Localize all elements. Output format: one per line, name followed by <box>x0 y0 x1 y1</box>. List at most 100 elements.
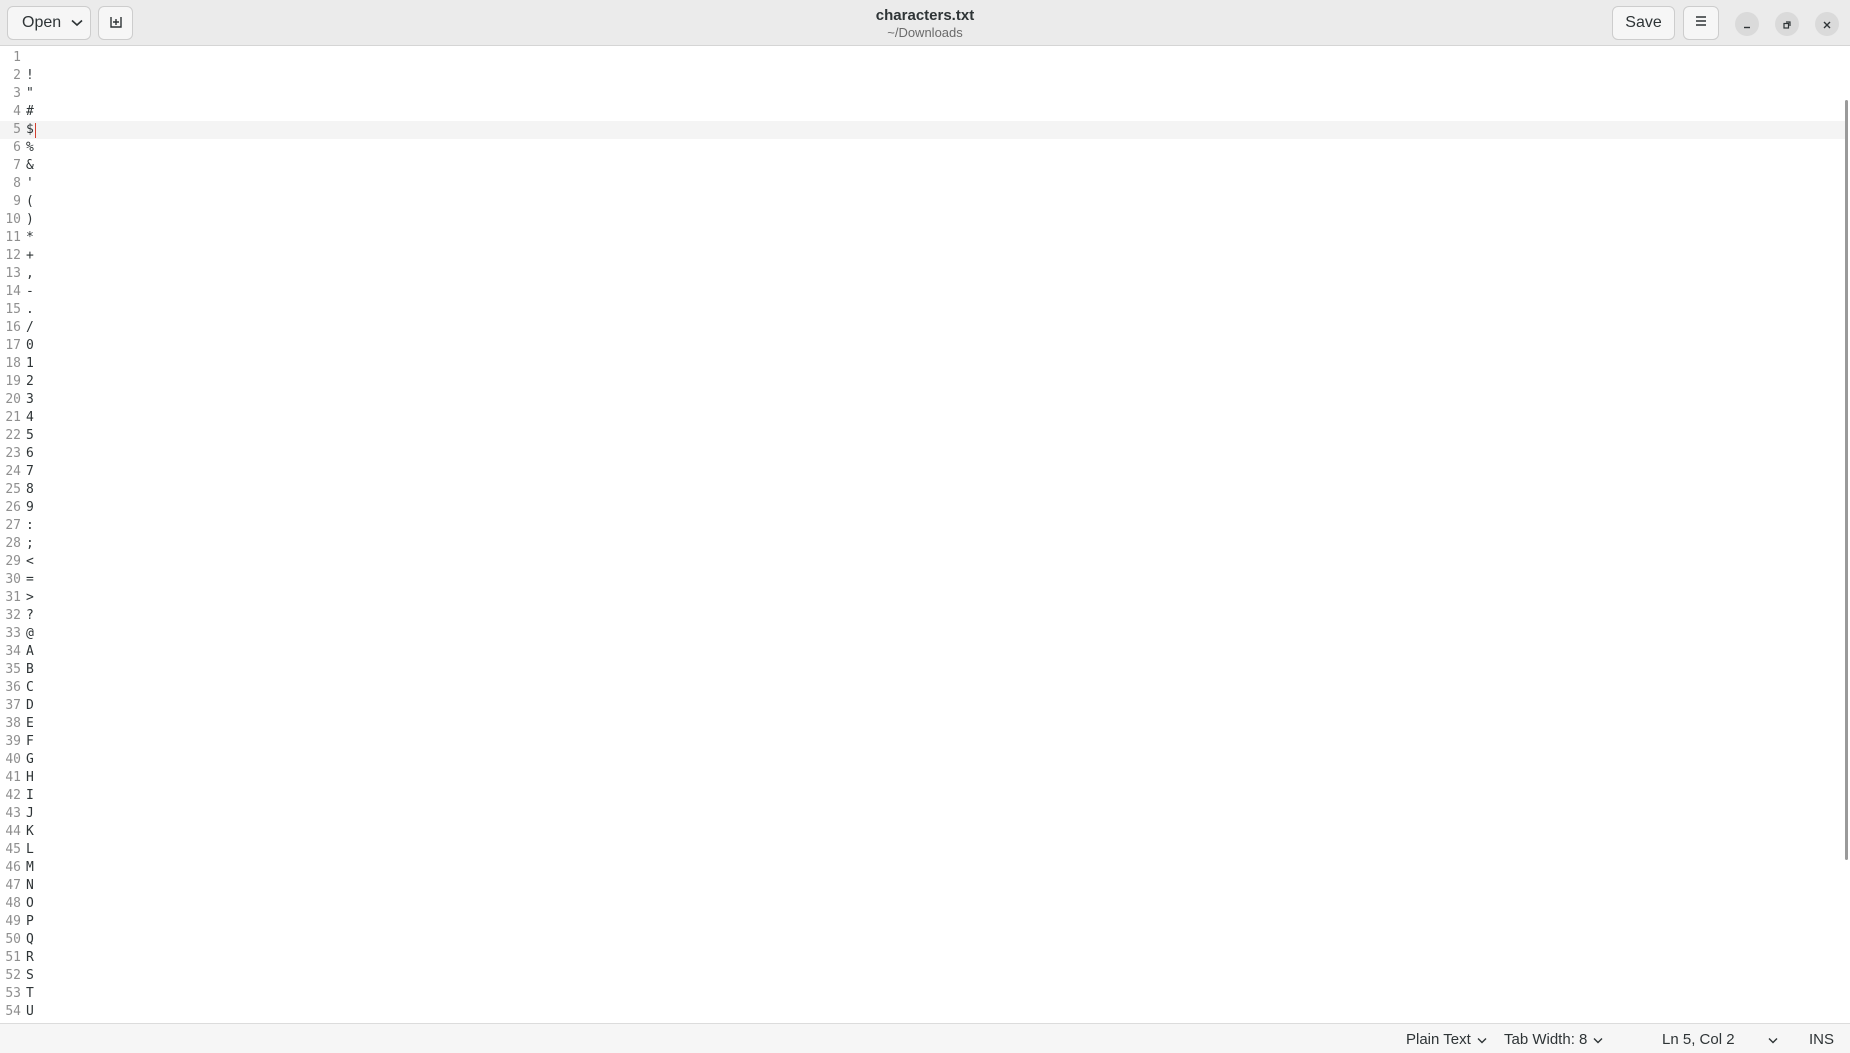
text-line[interactable]: O <box>26 895 34 913</box>
text-line[interactable]: E <box>26 715 34 733</box>
line-number: 46 <box>5 860 21 875</box>
text-line[interactable]: I <box>26 787 34 805</box>
text-line[interactable]: K <box>26 823 34 841</box>
text-line[interactable]: 6 <box>26 445 34 463</box>
language-label: Plain Text <box>1406 1030 1471 1048</box>
line-number: 26 <box>5 500 21 515</box>
text-line[interactable]: 7 <box>26 463 34 481</box>
text-line[interactable]: $ <box>26 121 36 139</box>
line-number: 8 <box>13 176 21 191</box>
text-line[interactable]: ? <box>26 607 34 625</box>
text-line[interactable]: & <box>26 157 34 175</box>
text-line[interactable]: L <box>26 841 34 859</box>
text-line[interactable]: 5 <box>26 427 34 445</box>
line-number: 22 <box>5 428 21 443</box>
text-line[interactable]: M <box>26 859 34 877</box>
new-tab-button[interactable] <box>98 6 133 40</box>
line-number: 14 <box>5 284 21 299</box>
text-cursor <box>34 123 36 138</box>
text-line[interactable]: . <box>26 301 34 319</box>
text-line[interactable]: ! <box>26 67 34 85</box>
tab-width-selector[interactable]: Tab Width: 8 <box>1504 1024 1603 1053</box>
text-line[interactable]: N <box>26 877 34 895</box>
line-number: 47 <box>5 878 21 893</box>
insert-mode-indicator[interactable]: INS <box>1809 1024 1834 1053</box>
text-line[interactable]: % <box>26 139 34 157</box>
line-number: 30 <box>5 572 21 587</box>
text-line[interactable]: 1 <box>26 355 34 373</box>
text-line[interactable]: 2 <box>26 373 34 391</box>
text-line[interactable]: 0 <box>26 337 34 355</box>
text-line[interactable]: 4 <box>26 409 34 427</box>
text-line[interactable]: D <box>26 697 34 715</box>
text-line[interactable]: : <box>26 517 34 535</box>
text-line[interactable]: U <box>26 1003 34 1021</box>
chevron-down-icon <box>71 14 83 32</box>
open-button[interactable]: Open <box>7 6 91 40</box>
text-line[interactable]: @ <box>26 625 34 643</box>
line-number: 51 <box>5 950 21 965</box>
open-button-label: Open <box>22 14 62 31</box>
line-number: 20 <box>5 392 21 407</box>
line-number: 42 <box>5 788 21 803</box>
text-line[interactable]: - <box>26 283 34 301</box>
line-number: 12 <box>5 248 21 263</box>
text-content[interactable]: ! " # $% & '() * +, -./0 1 2 3 4 5 6 7 8 9:; < = >? @ A B C D E F G H… <box>26 49 36 1021</box>
cursor-position-button[interactable]: Ln 5, Col 2 <box>1662 1024 1735 1053</box>
text-line[interactable]: ( <box>26 193 34 211</box>
go-to-line-dropdown[interactable] <box>1768 1024 1778 1053</box>
line-number: 33 <box>5 626 21 641</box>
line-number: 54 <box>5 1004 21 1019</box>
text-line[interactable]: C <box>26 679 34 697</box>
text-line[interactable]: A <box>26 643 34 661</box>
text-line[interactable]: " <box>26 85 34 103</box>
line-number: 48 <box>5 896 21 911</box>
text-line[interactable]: J <box>26 805 34 823</box>
text-line[interactable]: ; <box>26 535 34 553</box>
text-line[interactable]: * <box>26 229 34 247</box>
text-line[interactable]: 9 <box>26 499 34 517</box>
insert-mode-label: INS <box>1809 1030 1835 1048</box>
text-line[interactable]: = <box>26 571 34 589</box>
text-line[interactable]: G <box>26 751 34 769</box>
text-line[interactable]: ) <box>26 211 34 229</box>
line-number-gutter: 1 2 3 4 5 6 7 8 9 10 11 12 13 14 15 16 17 18 19 20 21 22 23 24 2… <box>0 49 22 1021</box>
vertical-scrollbar[interactable] <box>1845 100 1848 860</box>
main-menu-button[interactable] <box>1683 6 1719 40</box>
text-line[interactable]: P <box>26 913 34 931</box>
text-line[interactable]: ' <box>26 175 34 193</box>
chevron-down-icon <box>1768 1031 1778 1048</box>
line-number: 23 <box>5 446 21 461</box>
text-line[interactable]: S <box>26 967 34 985</box>
text-line[interactable]: , <box>26 265 34 283</box>
close-icon <box>1822 15 1832 34</box>
text-view[interactable]: 1 2 3 4 5 6 7 8 9 10 11 12 13 14 15 16 17 18 19 20 21 22 23 24 2… <box>0 47 1850 1023</box>
text-line[interactable]: T <box>26 985 34 1003</box>
line-number: 49 <box>5 914 21 929</box>
maximize-button[interactable] <box>1775 12 1799 36</box>
text-line[interactable]: H <box>26 769 34 787</box>
text-line[interactable]: + <box>26 247 34 265</box>
text-line[interactable]: Q <box>26 931 34 949</box>
text-line[interactable]: F <box>26 733 34 751</box>
line-number: 21 <box>5 410 21 425</box>
text-line[interactable]: > <box>26 589 34 607</box>
new-tab-icon <box>108 13 124 34</box>
text-line[interactable]: 3 <box>26 391 34 409</box>
text-line[interactable]: 8 <box>26 481 34 499</box>
minimize-icon <box>1742 15 1752 34</box>
text-line[interactable]: < <box>26 553 34 571</box>
line-number: 37 <box>5 698 21 713</box>
title-block: characters.txt ~/Downloads <box>0 7 1850 41</box>
language-selector[interactable]: Plain Text <box>1406 1024 1487 1053</box>
line-number: 19 <box>5 374 21 389</box>
text-line[interactable]: / <box>26 319 34 337</box>
text-line[interactable] <box>26 49 34 67</box>
close-button[interactable] <box>1815 12 1839 36</box>
minimize-button[interactable] <box>1735 12 1759 36</box>
text-line[interactable]: # <box>26 103 34 121</box>
text-line[interactable]: R <box>26 949 34 967</box>
line-number: 31 <box>5 590 21 605</box>
save-button[interactable]: Save <box>1612 6 1675 40</box>
text-line[interactable]: B <box>26 661 34 679</box>
